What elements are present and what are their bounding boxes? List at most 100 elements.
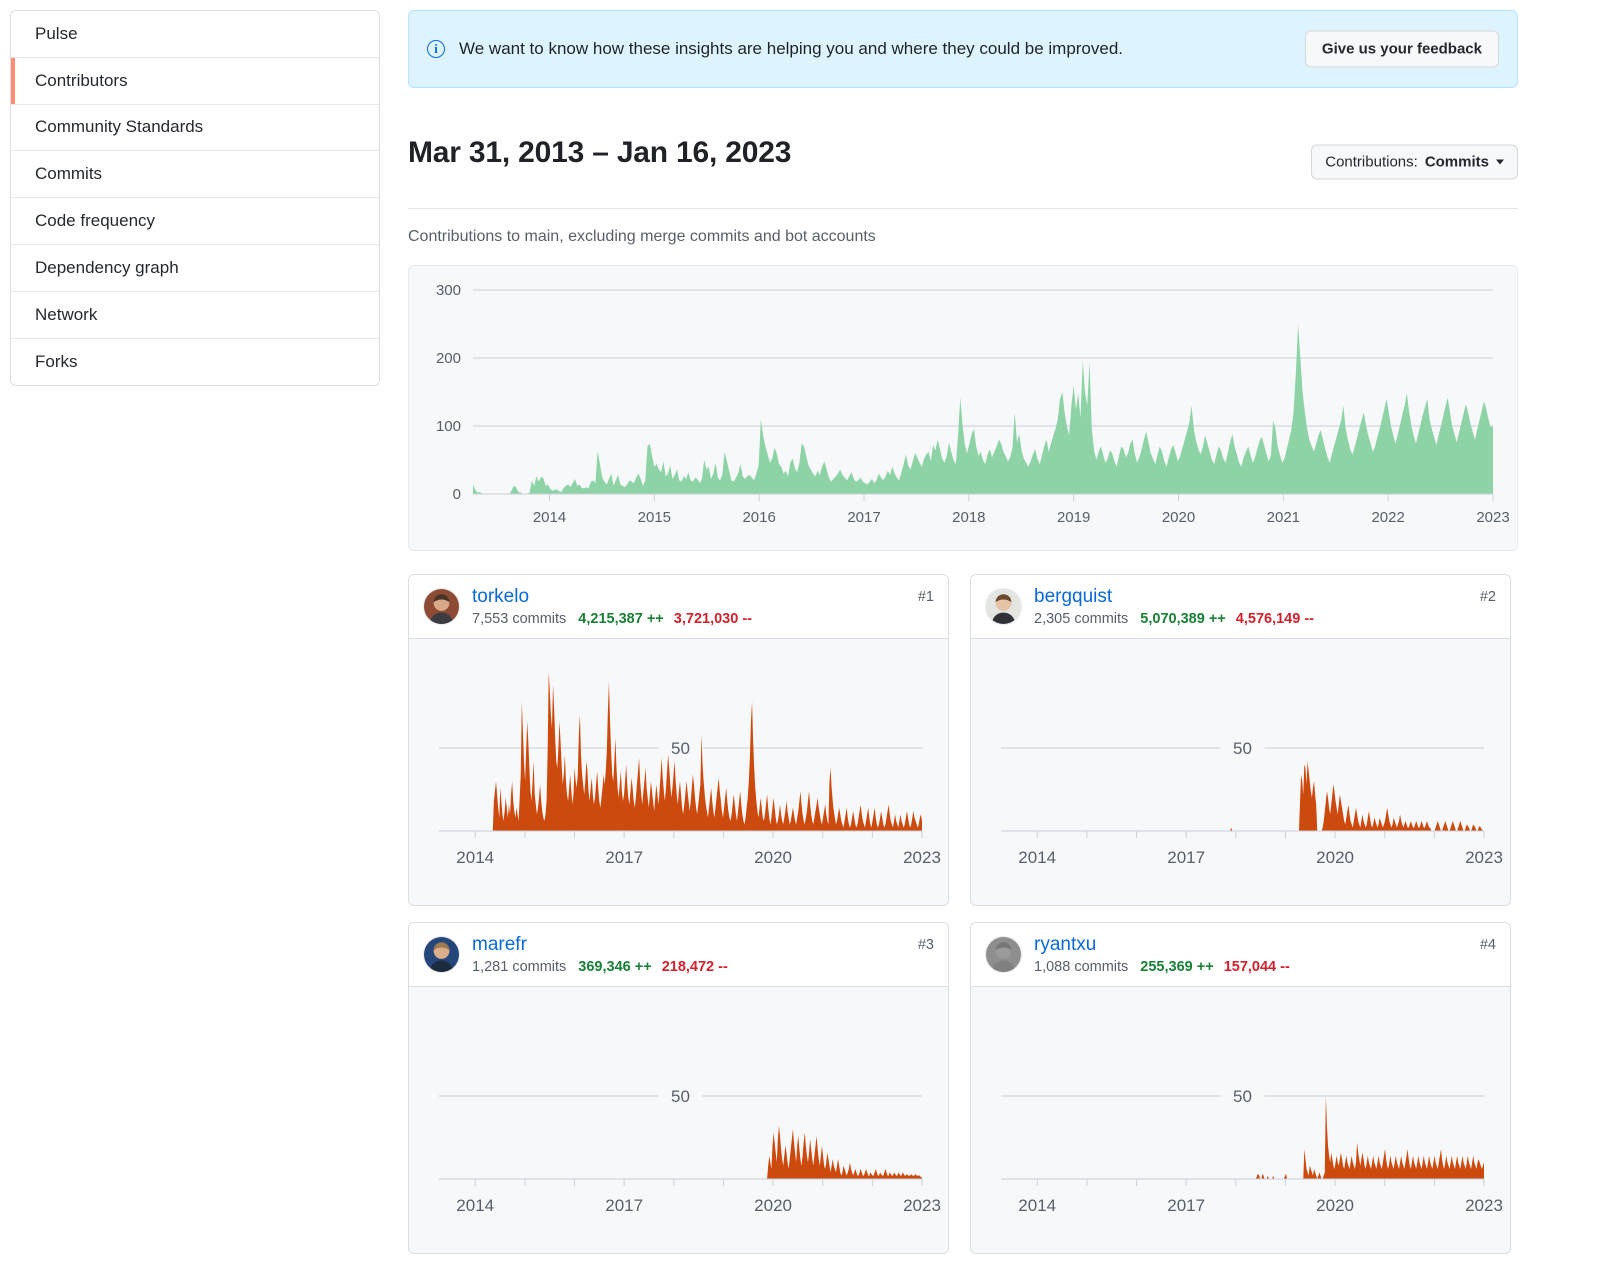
- y-tick-label: 100: [436, 418, 461, 435]
- contributor-sparkline: 502014201720202023: [409, 639, 948, 905]
- contributor-stats: 7,553 commits4,215,387 ++3,721,030 --: [472, 611, 752, 627]
- feedback-banner: i We want to know how these insights are…: [408, 10, 1518, 88]
- commit-count: 1,088 commits: [1034, 959, 1128, 975]
- contributions-label: Contributions:: [1325, 154, 1418, 171]
- contributor-sparkline: 50 2014 2017 2020 2023: [971, 639, 1510, 905]
- sidebar-item-forks[interactable]: Forks: [11, 339, 379, 386]
- sidebar-item-label: Code frequency: [35, 211, 155, 231]
- x-tick-label: 2017: [1167, 1196, 1205, 1215]
- y-tick-label: 50: [1233, 1087, 1252, 1106]
- contributor-card: torkelo 7,553 commits4,215,387 ++3,721,03…: [408, 574, 949, 906]
- contributor-login-link[interactable]: bergquist: [1034, 586, 1314, 608]
- sparkline-svg: 50 2014 2017 2020 2023: [971, 639, 1510, 905]
- x-tick-label: 2020: [1316, 848, 1354, 867]
- chevron-down-icon: [1496, 160, 1504, 165]
- x-tick-label: 2023: [903, 1196, 941, 1215]
- sidebar-item-label: Forks: [35, 352, 78, 372]
- contributor-meta: ryantxu 1,088 commits 255,369 ++ 157,044 --: [1034, 934, 1290, 975]
- contributor-sparkline: 50 2014 2017 2020 2023: [409, 987, 948, 1253]
- sidebar-item-network[interactable]: Network: [11, 292, 379, 339]
- sidebar-item-code-frequency[interactable]: Code frequency: [11, 198, 379, 245]
- contributor-login-link[interactable]: ryantxu: [1034, 934, 1290, 956]
- x-tick-label: 2016: [742, 509, 775, 526]
- main-content: i We want to know how these insights are…: [408, 10, 1518, 1254]
- sparkline-svg: 50 2014 2017 2020 2023: [971, 987, 1510, 1253]
- x-tick-label: 2015: [638, 509, 671, 526]
- sidebar-item-label: Contributors: [35, 71, 128, 91]
- contributor-meta: bergquist 2,305 commits 5,070,389 ++ 4,576,…: [1034, 586, 1314, 627]
- sidebar-item-pulse[interactable]: Pulse: [11, 11, 379, 58]
- sidebar-item-contributors[interactable]: Contributors: [11, 58, 379, 105]
- sidebar-item-commits[interactable]: Commits: [11, 151, 379, 198]
- contributor-login-link[interactable]: torkelo: [472, 586, 752, 608]
- contributors-insights-page: Pulse Contributors Community Standards Comm…: [0, 0, 1600, 1266]
- y-tick-label: 200: [436, 350, 461, 367]
- x-tick-label: 2014: [456, 1196, 494, 1215]
- sidebar-item-community-standards[interactable]: Community Standards: [11, 105, 379, 152]
- contributor-card-header: ryantxu 1,088 commits 255,369 ++ 157,044 --…: [971, 923, 1510, 987]
- deletions-count: 157,044 --: [1224, 959, 1290, 975]
- x-tick-label: 2017: [605, 1196, 643, 1215]
- contributor-meta: marefr 1,281 commits369,346 ++218,472 --: [472, 934, 728, 975]
- area-series: [473, 324, 1493, 494]
- sidebar-item-dependency-graph[interactable]: Dependency graph: [11, 245, 379, 292]
- x-tick-label: 2023: [903, 848, 941, 867]
- contributor-card: bergquist 2,305 commits 5,070,389 ++ 4,576,…: [970, 574, 1511, 906]
- contributions-value: Commits: [1425, 154, 1489, 171]
- x-tick-label: 2020: [1162, 509, 1195, 526]
- sidebar-item-label: Commits: [35, 164, 102, 184]
- give-feedback-button[interactable]: Give us your feedback: [1305, 31, 1499, 68]
- x-tick-label: 2017: [847, 509, 880, 526]
- x-tick-label: 2023: [1465, 848, 1503, 867]
- area-series: [1001, 761, 1484, 831]
- x-tick-label: 2018: [952, 509, 985, 526]
- area-series: [1001, 1096, 1484, 1179]
- commit-count: 2,305 commits: [1034, 611, 1128, 627]
- y-tick-label: 50: [1233, 739, 1252, 758]
- sparkline-svg: 502014201720202023: [409, 639, 948, 905]
- contributor-card: ryantxu 1,088 commits 255,369 ++ 157,044 --…: [970, 922, 1511, 1254]
- contributor-card-grid: torkelo 7,553 commits4,215,387 ++3,721,03…: [408, 574, 1518, 1254]
- x-tick-label: 2020: [754, 1196, 792, 1215]
- x-tick-label: 2021: [1267, 509, 1300, 526]
- info-icon: i: [427, 40, 445, 58]
- contributor-stats: 2,305 commits 5,070,389 ++ 4,576,149 --: [1034, 611, 1314, 627]
- contributor-meta: torkelo 7,553 commits4,215,387 ++3,721,03…: [472, 586, 752, 627]
- additions-count: 4,215,387 ++: [578, 611, 663, 627]
- contributor-rank-badge: #4: [1480, 937, 1496, 953]
- contributor-card-header: bergquist 2,305 commits 5,070,389 ++ 4,576,…: [971, 575, 1510, 639]
- avatar: [985, 936, 1022, 973]
- additions-count: 255,369 ++: [1140, 959, 1213, 975]
- contributor-login-link[interactable]: marefr: [472, 934, 728, 956]
- x-tick-label: 2019: [1057, 509, 1090, 526]
- avatar: [423, 936, 460, 973]
- x-tick-label: 2017: [1167, 848, 1205, 867]
- additions-count: 5,070,389 ++: [1140, 611, 1225, 627]
- sidebar-item-label: Dependency graph: [35, 258, 179, 278]
- page-title: Mar 31, 2013 – Jan 16, 2023: [408, 136, 791, 170]
- x-tick-label: 2014: [1018, 1196, 1056, 1215]
- x-tick-label: 2014: [533, 509, 566, 526]
- sidebar-item-label: Community Standards: [35, 117, 203, 137]
- contributor-stats: 1,281 commits369,346 ++218,472 --: [472, 959, 728, 975]
- x-tick-label: 2020: [1316, 1196, 1354, 1215]
- area-series: [439, 1126, 922, 1179]
- x-tick-label: 2023: [1476, 509, 1509, 526]
- contributor-sparkline: 50 2014 2017 2020 2023: [971, 987, 1510, 1253]
- contributor-rank-badge: #3: [918, 937, 934, 953]
- contributions-type-dropdown[interactable]: Contributions: Commits: [1311, 145, 1518, 180]
- insights-sidebar: Pulse Contributors Community Standards Comm…: [10, 10, 380, 386]
- x-tick-label: 2017: [605, 848, 643, 867]
- x-tick-label: 2023: [1465, 1196, 1503, 1215]
- y-tick-label: 50: [671, 739, 690, 758]
- x-tick-label: 2014: [456, 848, 494, 867]
- deletions-count: 4,576,149 --: [1236, 611, 1314, 627]
- contributor-rank-badge: #1: [918, 589, 934, 605]
- overall-contributions-chart: 0100200300201420152016201720182019202020…: [408, 265, 1518, 551]
- date-range-header: Mar 31, 2013 – Jan 16, 2023 Contribution…: [408, 116, 1518, 209]
- contributor-rank-badge: #2: [1480, 589, 1496, 605]
- x-tick-label: 2014: [1018, 848, 1056, 867]
- contributor-card: marefr 1,281 commits369,346 ++218,472 -- #…: [408, 922, 949, 1254]
- y-tick-label: 50: [671, 1087, 690, 1106]
- avatar: [423, 588, 460, 625]
